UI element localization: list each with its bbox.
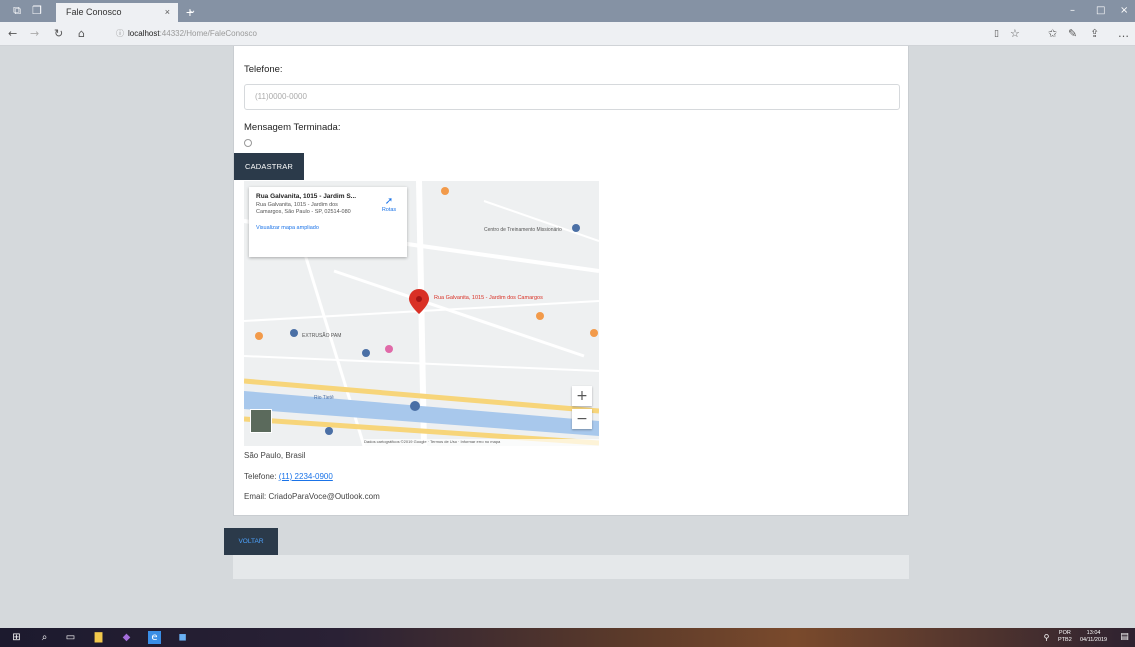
poi-marker-10 — [325, 427, 333, 435]
poi-marker-4 — [590, 329, 598, 337]
tab-actions-icon[interactable]: ⧉ — [10, 4, 24, 18]
home-icon[interactable]: ⌂ — [78, 26, 85, 42]
contact-phone-link[interactable]: (11) 2234-0900 — [279, 472, 333, 481]
info-icon[interactable]: ⓘ — [116, 26, 124, 42]
map-label-address: Rua Galvanita, 1015 - Jardim dos Camargo… — [434, 295, 543, 301]
windows-start-icon[interactable]: ⊞ — [10, 631, 23, 644]
directions-label: Rotas — [381, 207, 397, 213]
contact-phone-label: Telefone: — [244, 472, 279, 481]
contact-phone: Telefone: (11) 2234-0900 — [244, 472, 333, 481]
more-icon[interactable]: … — [1118, 26, 1129, 42]
tab-dropdown-icon[interactable]: ⌄ — [188, 4, 196, 18]
minimize-button[interactable]: – — [1070, 4, 1075, 18]
clock-time: 13:04 — [1086, 630, 1101, 636]
reading-view-icon[interactable]: ▯ — [994, 26, 999, 42]
poi-marker-3 — [536, 312, 544, 320]
edge-browser-icon[interactable]: e — [148, 631, 161, 644]
directions-icon: ➚ — [384, 196, 394, 207]
satellite-toggle[interactable] — [250, 409, 272, 433]
language-sub-text: PTB2 — [1058, 637, 1072, 643]
zoom-in-button[interactable]: + — [572, 386, 592, 406]
page-content: Telefone: (11)0000-0000 Mensagem Termina… — [0, 46, 1135, 628]
task-view-icon[interactable]: ▭ — [64, 631, 77, 644]
url-host: localhost — [128, 29, 160, 38]
pen-icon[interactable]: ✎ — [1068, 26, 1077, 42]
app-icon[interactable]: ◼ — [176, 631, 189, 644]
finished-label: Mensagem Terminada: — [244, 122, 341, 133]
back-arrow-icon[interactable]: ← — [8, 26, 17, 42]
tab-title: Fale Conosco — [66, 7, 122, 17]
footer-bar — [233, 555, 909, 579]
network-icon[interactable]: ⚲ — [1040, 631, 1053, 644]
back-button[interactable]: VOLTAR — [224, 528, 278, 555]
browser-tab[interactable]: Fale Conosco × — [56, 3, 178, 22]
tab-close-icon[interactable]: × — [165, 3, 170, 22]
google-map[interactable]: Rua Galvanita, 1015 - Jardim dos Camargo… — [244, 181, 599, 446]
poi-marker-8 — [255, 332, 263, 340]
phone-label: Telefone: — [244, 64, 283, 75]
map-place-address: Rua Galvanita, 1015 - Jardim dos Camargo… — [256, 202, 351, 215]
map-label-rio: Rio Tietê — [314, 395, 334, 401]
favorite-star-icon[interactable]: ☆ — [1010, 26, 1020, 42]
share-icon[interactable]: ⇪ — [1090, 26, 1099, 42]
file-explorer-icon[interactable]: ▇ — [92, 631, 105, 644]
poi-marker-9 — [410, 401, 420, 411]
phone-input[interactable]: (11)0000-0000 — [244, 84, 900, 110]
windows-taskbar: ⊞ ⌕ ▭ ▇ ◆ e ◼ ⚲ POR PTB2 13:04 04/11/201… — [0, 628, 1135, 647]
language-indicator[interactable]: POR PTB2 — [1058, 630, 1072, 644]
address-bar: ← → ↻ ⌂ ⓘ localhost:44332/Home/FaleConos… — [0, 22, 1135, 46]
poi-marker-5 — [290, 329, 298, 337]
favorites-hub-icon[interactable]: ✩ — [1048, 26, 1057, 42]
poi-marker-7 — [385, 345, 393, 353]
url-path: :44332/Home/FaleConosco — [159, 29, 257, 38]
back-tabs-icon[interactable]: ❐ — [30, 4, 44, 18]
visual-studio-icon[interactable]: ◆ — [120, 631, 133, 644]
submit-button[interactable]: CADASTRAR — [234, 153, 304, 180]
city-text: São Paulo, Brasil — [244, 451, 306, 460]
refresh-icon[interactable]: ↻ — [54, 26, 63, 42]
map-label-extrusao: EXTRUSÃO PAM — [302, 332, 341, 339]
search-icon[interactable]: ⌕ — [38, 631, 51, 644]
poi-marker-2 — [572, 224, 580, 232]
browser-titlebar: ⧉ ❐ Fale Conosco × + ⌄ – □ × — [0, 0, 1135, 22]
notifications-icon[interactable]: ▤ — [1118, 631, 1131, 644]
url-field[interactable]: localhost:44332/Home/FaleConosco — [128, 26, 978, 42]
forward-arrow-icon[interactable]: → — [30, 26, 39, 42]
contact-email: Email: CriadoParaVoce@Outlook.com — [244, 492, 380, 501]
language-text: POR — [1058, 630, 1071, 636]
map-label-centro: Centro de Treinamento Missionário — [484, 227, 562, 233]
clock-date: 04/11/2019 — [1080, 637, 1108, 643]
map-attribution: Dados cartográficos ©2019 Google · Termo… — [364, 439, 599, 446]
larger-map-link[interactable]: Visualizar mapa ampliado — [256, 225, 400, 231]
map-info-window: Rua Galvanita, 1015 - Jardim S... Rua Ga… — [249, 187, 407, 257]
directions-button[interactable]: ➚ Rotas — [379, 196, 399, 214]
poi-marker-6 — [362, 349, 370, 357]
clock[interactable]: 13:04 04/11/2019 — [1080, 630, 1107, 644]
poi-marker-1 — [441, 187, 449, 195]
finished-radio[interactable] — [244, 139, 252, 147]
maximize-button[interactable]: □ — [1096, 4, 1105, 18]
close-window-button[interactable]: × — [1120, 4, 1128, 18]
contact-form-card: Telefone: (11)0000-0000 Mensagem Termina… — [233, 46, 909, 516]
zoom-out-button[interactable]: − — [572, 409, 592, 429]
